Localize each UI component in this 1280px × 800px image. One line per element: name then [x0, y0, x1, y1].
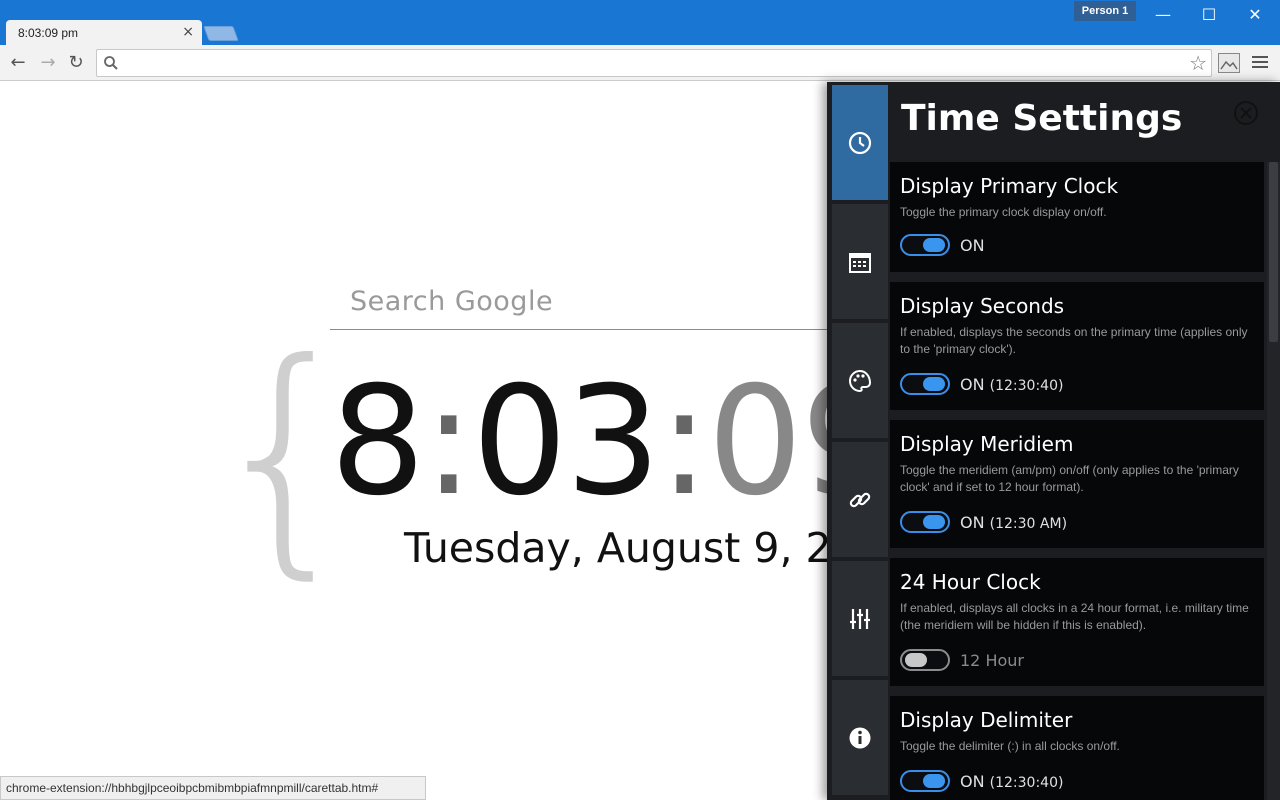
sliders-icon [850, 608, 870, 629]
24-hour-toggle[interactable] [900, 649, 950, 671]
setting-display-primary-clock: Display Primary Clock Toggle the primary… [890, 162, 1264, 272]
setting-toggle-row: 12 Hour [900, 649, 1024, 671]
setting-description: Toggle the primary clock display on/off. [900, 205, 1107, 219]
nav-date-settings[interactable] [832, 204, 888, 319]
nav-time-settings[interactable] [832, 85, 888, 200]
tab-close-icon[interactable]: × [182, 24, 194, 40]
search-icon [104, 56, 118, 70]
back-button[interactable]: ← [6, 51, 30, 75]
palette-icon [849, 369, 872, 392]
setting-toggle-row: ON [900, 234, 985, 256]
seconds-toggle[interactable] [900, 373, 950, 395]
extension-icon[interactable] [1218, 53, 1240, 73]
toggle-state-label: ON (12:30 AM) [960, 512, 1068, 532]
toggle-state-label: ON [960, 235, 985, 255]
setting-display-meridiem: Display Meridiem Toggle the meridiem (am… [890, 420, 1264, 548]
nav-advanced-settings[interactable] [832, 561, 888, 676]
panel-scrollbar[interactable] [1267, 162, 1280, 800]
setting-toggle-row: ON (12:30:40) [900, 373, 1063, 395]
setting-description: If enabled, displays the seconds on the … [900, 325, 1248, 356]
panel-title: Time Settings [901, 98, 1183, 139]
clock-icon [848, 131, 872, 154]
setting-display-delimiter: Display Delimiter Toggle the delimiter (… [890, 696, 1264, 800]
meridiem-toggle[interactable] [900, 511, 950, 533]
settings-panel: Time Settings Display Primary Clock Togg… [827, 82, 1280, 800]
image-icon [1220, 60, 1238, 70]
setting-description: If enabled, displays all clocks in a 24 … [900, 601, 1249, 632]
close-window-button[interactable]: ✕ [1232, 0, 1278, 30]
setting-description: Toggle the meridiem (am/pm) on/off (only… [900, 463, 1239, 494]
calendar-icon [849, 252, 871, 273]
menu-icon[interactable] [1252, 53, 1268, 73]
setting-title: Display Meridiem [900, 432, 1074, 456]
profile-button[interactable]: Person 1 [1074, 1, 1136, 21]
link-icon [849, 492, 871, 507]
reload-button[interactable]: ↻ [64, 51, 88, 75]
setting-description: Toggle the delimiter (:) in all clocks o… [900, 739, 1120, 753]
clock-minutes: 03 [471, 355, 661, 529]
scroll-thumb[interactable] [1269, 162, 1278, 342]
search-input[interactable]: Search Google [330, 272, 830, 330]
nav-links-settings[interactable] [832, 442, 888, 557]
clock-delimiter: : [423, 355, 474, 529]
new-tab-button[interactable] [203, 26, 239, 41]
setting-display-seconds: Display Seconds If enabled, displays the… [890, 282, 1264, 410]
info-icon [849, 727, 871, 748]
browser-toolbar: ← → ↻ ☆ [0, 45, 1280, 81]
bookmark-star-icon[interactable]: ☆ [1189, 52, 1207, 74]
close-icon[interactable] [1233, 100, 1259, 126]
setting-24-hour-clock: 24 Hour Clock If enabled, displays all c… [890, 558, 1264, 686]
tab-title: 8:03:09 pm [18, 26, 79, 40]
setting-title: Display Seconds [900, 294, 1065, 318]
setting-title: Display Primary Clock [900, 174, 1119, 198]
maximize-button[interactable]: ☐ [1186, 0, 1232, 30]
search-placeholder: Search Google [350, 286, 554, 317]
address-bar[interactable]: ☆ [96, 49, 1212, 77]
panel-header: Time Settings [889, 82, 1269, 162]
setting-title: 24 Hour Clock [900, 570, 1041, 594]
toggle-state-label: ON (12:30:40) [960, 771, 1064, 791]
title-bar: 8:03:09 pm × Person 1 — ☐ ✕ [0, 0, 1280, 45]
delimiter-toggle[interactable] [900, 770, 950, 792]
clock-hours: 8 [330, 355, 425, 529]
toggle-state-label: ON (12:30:40) [960, 374, 1064, 394]
clock-delimiter: : [658, 355, 710, 529]
minimize-button[interactable]: — [1140, 0, 1186, 30]
primary-clock-toggle[interactable] [900, 234, 950, 256]
setting-title: Display Delimiter [900, 708, 1073, 732]
status-bar-url: chrome-extension://hbhbgjlpceoibpcbmibmb… [0, 776, 426, 800]
nav-about[interactable] [832, 680, 888, 795]
primary-clock: 8:03:09 [330, 367, 896, 517]
forward-button[interactable]: → [36, 51, 60, 75]
setting-toggle-row: ON (12:30 AM) [900, 511, 1067, 533]
nav-design-settings[interactable] [832, 323, 888, 438]
toggle-state-label: 12 Hour [960, 650, 1024, 670]
setting-toggle-row: ON (12:30:40) [900, 770, 1063, 792]
browser-tab[interactable]: 8:03:09 pm × [6, 20, 202, 45]
